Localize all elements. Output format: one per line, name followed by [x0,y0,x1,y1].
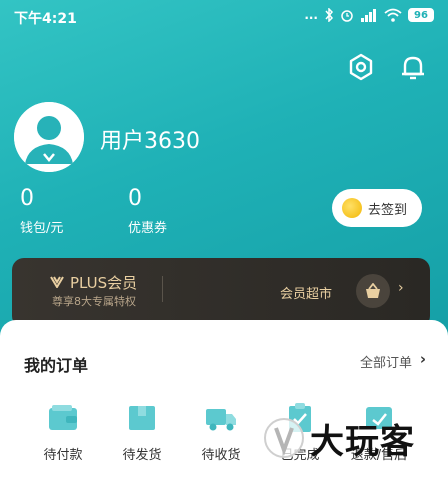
wallet-stat[interactable]: 0 钱包/元 [20,186,63,236]
wallet-value: 0 [20,186,34,211]
status-time: 下午4:21 [14,11,77,27]
status-icons: ... 96 [304,8,434,22]
order-item-label: 待收货 [201,448,241,463]
all-orders-chevron-icon[interactable]: › [420,350,426,368]
settings-icon[interactable] [346,52,376,82]
signin-button[interactable]: 去签到 [332,189,422,227]
alarm-icon [341,10,353,22]
order-pending-receipt[interactable]: 待收货 [186,402,256,463]
plus-title-text: PLUS会员 [70,274,138,292]
avatar[interactable] [14,102,84,172]
plus-divider [162,276,163,302]
bell-icon[interactable] [398,52,428,82]
watermark-text: 大玩客 [310,421,415,462]
member-market-link[interactable]: 会员超市 [280,283,332,302]
chevron-right-icon[interactable]: › [398,280,404,296]
watermark-badge-icon [264,418,304,458]
header-actions [346,52,428,82]
coupon-value: 0 [128,186,142,211]
orders-title: 我的订单 [24,356,89,375]
more-dots: ... [304,8,318,22]
truck-icon [204,402,238,434]
plus-logo-icon [50,276,64,292]
all-orders-link[interactable]: 全部订单 [360,352,412,371]
wallet-label: 钱包/元 [20,221,64,236]
wallet-icon [46,402,80,434]
order-pending-payment[interactable]: 待付款 [28,402,98,463]
battery-indicator: 96 [408,8,434,22]
status-bar: 下午4:21 ... 96 [0,0,448,34]
watermark-logo: 大玩客 [262,408,442,468]
coupon-label: 优惠券 [128,221,168,236]
basket-icon[interactable] [356,274,390,308]
plus-title: PLUS会员 [50,272,137,293]
profile-header: 下午4:21 ... 96 用户3630 0 钱包/元 0 优惠券 去签到 PL… [0,0,448,340]
user-avatar-icon [14,102,84,172]
plus-member-card[interactable]: PLUS会员 尊享8大专属特权 会员超市 › [12,258,430,328]
wifi-icon [384,8,402,22]
order-pending-shipment[interactable]: 待发货 [107,402,177,463]
username[interactable]: 用户3630 [100,123,200,155]
order-item-label: 待付款 [43,448,83,463]
order-item-label: 待发货 [122,448,162,463]
cellular-signal-icon [361,9,376,22]
coin-icon [342,198,362,218]
box-icon [125,402,159,434]
signin-label: 去签到 [368,202,408,218]
bluetooth-icon [325,8,334,22]
coupon-stat[interactable]: 0 优惠券 [128,186,167,236]
plus-subtitle: 尊享8大专属特权 [52,295,136,308]
